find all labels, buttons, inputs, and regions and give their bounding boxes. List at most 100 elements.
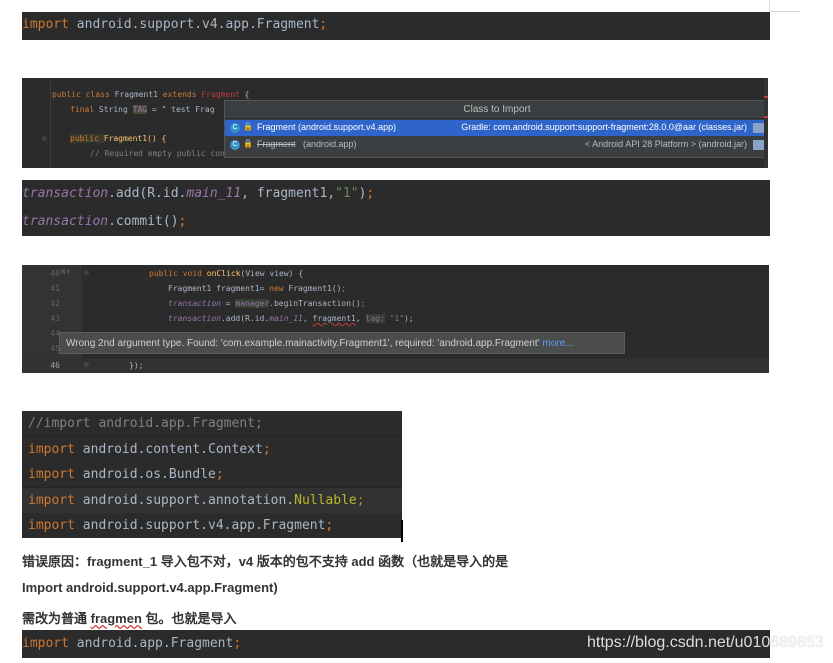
- field-name: transaction: [168, 314, 221, 323]
- semicolon: ;: [356, 493, 365, 508]
- string-literal: "1": [335, 186, 359, 201]
- fold-icon[interactable]: ⊖: [42, 134, 47, 143]
- semicolon: ;: [262, 442, 271, 457]
- code-text: android.support.v4.app.Fragment: [68, 17, 320, 32]
- class-icon: C: [230, 123, 240, 133]
- override-icon[interactable]: ⊙↑: [61, 267, 71, 276]
- keyword: public class: [52, 90, 115, 99]
- code-text: android.support.v4.app.Fragment: [74, 518, 326, 533]
- fold-icon[interactable]: ⊖: [84, 268, 89, 277]
- code-block-import-v4: import android.support.v4.app.Fragment;: [22, 12, 770, 40]
- code-text: android.content.Context: [74, 442, 263, 457]
- comment: //import android.app.Fragment;: [28, 416, 263, 431]
- annotation: Nullable: [294, 493, 357, 508]
- line-number: 46: [50, 361, 60, 370]
- code-text: String: [98, 105, 133, 114]
- code-text: (View view) {: [240, 269, 304, 278]
- code-text: .commit(): [108, 214, 179, 229]
- tooltip-message: Wrong 2nd argument type. Found: 'com.exa…: [66, 338, 540, 349]
- error-tooltip: Wrong 2nd argument type. Found: 'com.exa…: [59, 332, 625, 354]
- error-class: Fragment: [201, 90, 240, 99]
- gutter-line: [50, 78, 51, 168]
- semicolon: ;: [233, 636, 242, 651]
- field-name: transaction: [22, 214, 109, 229]
- code-text: Fragment1 fragment1=: [168, 284, 270, 293]
- option-name: Fragment (android.support.v4.app): [257, 122, 397, 132]
- explanation-line-1: 错误原因：fragment_1 导入包不对，v4 版本的包不支持 add 函数（…: [22, 554, 509, 569]
- lock-icon: 🔒: [243, 139, 253, 148]
- keyword: import: [28, 467, 75, 482]
- option-package: (android.app): [303, 139, 357, 149]
- code-line: import android.content.Context;: [22, 437, 402, 462]
- code-text: =: [220, 299, 236, 308]
- code-line: import android.os.Bundle;: [22, 462, 402, 487]
- keyword: new: [269, 284, 289, 293]
- code-text: android.app.Fragment: [68, 636, 234, 651]
- semicolon: ;: [325, 518, 334, 533]
- field-name: transaction: [22, 186, 109, 201]
- code-line: transaction.add(R.id.main_11, fragment1,…: [22, 186, 374, 201]
- semicolon: ;: [178, 214, 187, 229]
- code-line: import android.support.v4.app.Fragment;: [22, 17, 327, 32]
- keyword: import: [28, 518, 75, 533]
- text-run: 包。也就是导入: [141, 611, 237, 626]
- page-corner-line-vertical: [769, 0, 770, 11]
- static-field: main_11: [186, 186, 242, 201]
- param-hint: tag:: [365, 314, 385, 323]
- option-source: < Android API 28 Platform > (android.jar…: [584, 139, 747, 149]
- semicolon: ;: [215, 467, 224, 482]
- import-option-android-app[interactable]: C 🔒 Fragment (android.app) < Android API…: [225, 137, 768, 153]
- keyword: public void: [149, 269, 207, 278]
- line-number: 43: [50, 314, 60, 323]
- code-text: ,: [302, 314, 313, 323]
- field-name-highlighted: manager: [235, 299, 270, 308]
- watermark: https://blog.csdn.net/u010689853: [587, 634, 824, 651]
- spellcheck-word: fragmen: [90, 611, 142, 626]
- keyword: extends: [162, 90, 202, 99]
- fold-icon[interactable]: ⊖: [84, 360, 89, 369]
- method-name: Fragment1() {: [103, 134, 167, 143]
- line-number: 40: [50, 269, 60, 278]
- code-text: android.os.Bundle: [74, 467, 216, 482]
- explanation-line-2: Import android.support.v4.app.Fragment): [22, 580, 278, 595]
- code-text: .add(R.id.: [220, 314, 270, 323]
- code-line: transaction.commit();: [22, 214, 186, 229]
- code-text: .add(R.id.: [108, 186, 187, 201]
- code-line-42: transaction = manager.beginTransaction()…: [168, 299, 366, 308]
- keyword: public: [70, 134, 104, 143]
- code-line: import android.support.v4.app.Fragment;: [22, 513, 402, 538]
- code-line: public Fragment1() {: [70, 134, 166, 143]
- code-text: = " test Frag: [147, 105, 215, 114]
- tooltip-more-link[interactable]: more...: [542, 338, 573, 349]
- ide-class-to-import-screenshot: public class Fragment1 extends Fragment …: [22, 78, 768, 168]
- text-run: 需改为普通: [22, 611, 91, 626]
- code-line: //import android.app.Fragment;: [22, 411, 402, 436]
- code-line: import android.app.Fragment;: [22, 636, 241, 651]
- lock-icon: 🔒: [243, 122, 253, 131]
- code-line: public class Fragment1 extends Fragment …: [52, 90, 250, 99]
- line-number: 42: [50, 299, 60, 308]
- text-cursor: [401, 520, 403, 542]
- code-line-46: });: [129, 361, 144, 370]
- code-text: ,: [355, 314, 366, 323]
- code-line-43: transaction.add(R.id.main_11, fragment1,…: [168, 314, 414, 323]
- line-number: 41: [50, 284, 60, 293]
- static-field: main_11: [269, 314, 303, 323]
- class-to-import-popup: Class to Import C 🔒 Fragment (android.su…: [224, 100, 768, 158]
- code-block-imports: //import android.app.Fragment; import an…: [22, 411, 402, 538]
- code-text: {: [239, 90, 250, 99]
- code-text: Fragment1(): [288, 284, 342, 293]
- keyword: import: [22, 17, 69, 32]
- field-name: transaction: [168, 299, 221, 308]
- semicolon: ;: [366, 186, 375, 201]
- popup-title: Class to Import: [225, 101, 768, 119]
- keyword: import: [28, 493, 75, 508]
- semicolon: ;: [319, 17, 328, 32]
- code-block-transaction: transaction.add(R.id.main_11, fragment1,…: [22, 180, 770, 236]
- line-number: 45: [50, 344, 60, 353]
- code-text: android.support.annotation.: [74, 493, 295, 508]
- field-name: TAG: [132, 105, 148, 114]
- error-argument[interactable]: fragment1: [313, 314, 356, 323]
- import-option-support-v4[interactable]: C 🔒 Fragment (android.support.v4.app) Gr…: [225, 120, 768, 136]
- keyword: final: [70, 105, 99, 114]
